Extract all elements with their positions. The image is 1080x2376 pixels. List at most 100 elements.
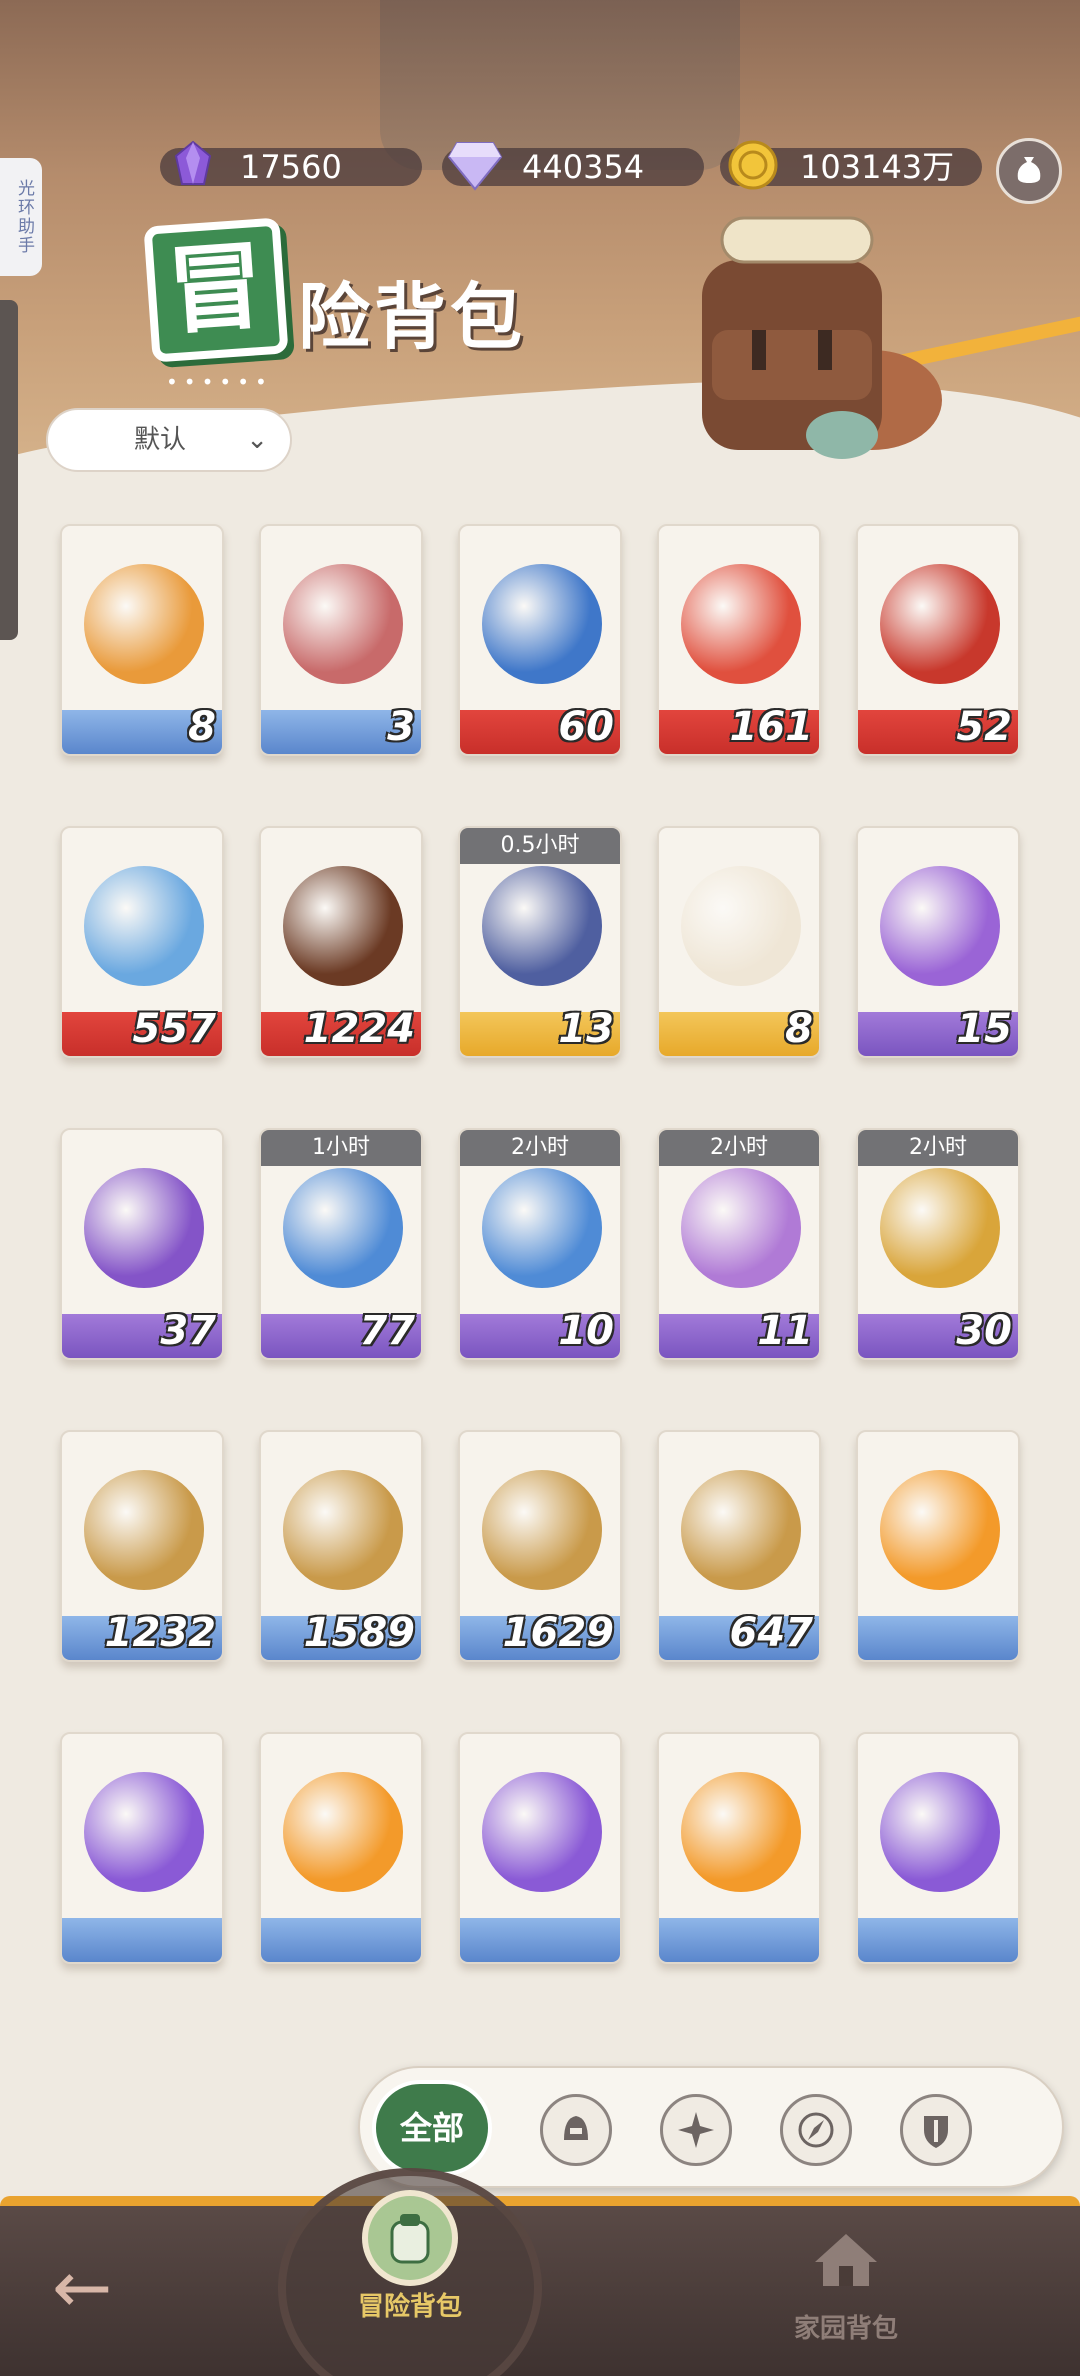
diamond-icon: [446, 136, 504, 194]
money-bag-button[interactable]: [996, 138, 1062, 204]
item-icon: [880, 866, 1000, 986]
inventory-item-card[interactable]: 0.5小时 13: [458, 826, 622, 1058]
item-icon: [283, 1168, 403, 1288]
inventory-item-card[interactable]: 1629: [458, 1430, 622, 1662]
item-count: 13: [558, 1006, 614, 1052]
backpack-illustration: [672, 210, 962, 460]
back-button[interactable]: ←: [52, 2251, 142, 2323]
item-icon: [482, 1470, 602, 1590]
rarity-band: [858, 1616, 1018, 1660]
item-icon: [482, 1772, 602, 1892]
item-icon: [880, 1772, 1000, 1892]
item-count: 52: [956, 704, 1012, 750]
item-icon: [84, 1168, 204, 1288]
house-icon: [798, 2212, 894, 2308]
item-icon: [283, 564, 403, 684]
inventory-item-card[interactable]: 3: [259, 524, 423, 756]
currency-diamond: 440354: [442, 142, 704, 191]
nav-home-label: 家园背包: [793, 2314, 898, 2344]
title-dots: ••••••: [166, 370, 273, 394]
item-count: 1589: [303, 1610, 415, 1656]
inventory-item-card[interactable]: [657, 1732, 821, 1964]
inventory-item-card[interactable]: [856, 1430, 1020, 1662]
chevron-down-icon: ⌄: [246, 425, 268, 455]
inventory-item-card[interactable]: [259, 1732, 423, 1964]
inventory-item-card[interactable]: 557: [60, 826, 224, 1058]
item-count: 1224: [303, 1006, 415, 1052]
item-icon: [84, 1772, 204, 1892]
sword-shield-icon[interactable]: [900, 2094, 972, 2166]
item-icon: [482, 564, 602, 684]
inventory-item-card[interactable]: 52: [856, 524, 1020, 756]
inventory-item-card[interactable]: [856, 1732, 1020, 1964]
inventory-item-card[interactable]: [60, 1732, 224, 1964]
inventory-item-card[interactable]: [458, 1732, 622, 1964]
rarity-band: [858, 1918, 1018, 1962]
inventory-item-card[interactable]: 8: [657, 826, 821, 1058]
duration-tag: 2小时: [460, 1130, 620, 1166]
compass-star-icon[interactable]: [660, 2094, 732, 2166]
inventory-item-card[interactable]: 1589: [259, 1430, 423, 1662]
item-count: 1232: [104, 1610, 216, 1656]
item-count: 8: [188, 704, 216, 750]
item-icon: [880, 564, 1000, 684]
item-icon: [283, 1470, 403, 1590]
side-handle[interactable]: [0, 300, 18, 640]
inventory-item-card[interactable]: 60: [458, 524, 622, 756]
compass-needle-icon[interactable]: [780, 2094, 852, 2166]
item-count: 3: [387, 704, 415, 750]
inventory-item-card[interactable]: 2小时 11: [657, 1128, 821, 1360]
sort-dropdown[interactable]: 默认 ⌄: [46, 408, 292, 472]
item-icon: [681, 1168, 801, 1288]
warrior-helmet-icon[interactable]: [540, 2094, 612, 2166]
item-count: 161: [729, 704, 814, 750]
item-count: 77: [359, 1308, 415, 1354]
item-icon: [880, 1168, 1000, 1288]
backpack-icon: [362, 2190, 458, 2286]
item-count: 1629: [502, 1610, 614, 1656]
currency-gold-coin: 103143万: [720, 140, 982, 190]
inventory-item-card[interactable]: 1小时 77: [259, 1128, 423, 1360]
item-count: 8: [785, 1006, 813, 1052]
inventory-item-card[interactable]: 2小时 30: [856, 1128, 1020, 1360]
item-count: 15: [956, 1006, 1012, 1052]
duration-tag: 1小时: [261, 1130, 421, 1166]
item-icon: [84, 1470, 204, 1590]
inventory-item-card[interactable]: 1224: [259, 826, 423, 1058]
inventory-item-card[interactable]: 161: [657, 524, 821, 756]
currency-purple-crystal-value: 17560: [240, 148, 342, 186]
item-count: 37: [160, 1308, 216, 1354]
inventory-item-card[interactable]: 2小时 10: [458, 1128, 622, 1360]
sort-dropdown-label: 默认: [134, 425, 187, 455]
item-icon: [681, 564, 801, 684]
item-icon: [84, 866, 204, 986]
background-house: [380, 0, 740, 170]
item-count: 647: [729, 1610, 814, 1656]
duration-tag: 2小时: [659, 1130, 819, 1166]
filter-all-button[interactable]: 全部: [372, 2080, 492, 2176]
rarity-band: [460, 1918, 620, 1962]
item-count: 10: [558, 1308, 614, 1354]
item-icon: [283, 1772, 403, 1892]
gold-coin-icon: [724, 136, 782, 194]
item-icon: [880, 1470, 1000, 1590]
item-icon: [283, 866, 403, 986]
currency-gold-coin-value: 103143万: [800, 148, 955, 186]
nav-adventure-backpack[interactable]: 冒险背包: [340, 2190, 480, 2323]
item-count: 60: [558, 704, 614, 750]
purple-crystal-icon: [164, 136, 222, 194]
inventory-item-card[interactable]: 647: [657, 1430, 821, 1662]
item-count: 557: [132, 1006, 217, 1052]
nav-adventure-label: 冒险背包: [357, 2292, 462, 2322]
inventory-item-card[interactable]: 37: [60, 1128, 224, 1360]
item-icon: [681, 866, 801, 986]
inventory-item-card[interactable]: 15: [856, 826, 1020, 1058]
item-count: 30: [956, 1308, 1012, 1354]
inventory-item-card[interactable]: 1232: [60, 1430, 224, 1662]
category-filter-bar: 全部: [358, 2066, 1064, 2188]
title-badge: 冒: [143, 217, 289, 363]
inventory-item-card[interactable]: 8: [60, 524, 224, 756]
side-assistant-tab[interactable]: 光环助手: [0, 158, 42, 276]
nav-home-backpack[interactable]: 家园背包: [776, 2212, 916, 2345]
money-bag-icon: [1012, 151, 1046, 192]
